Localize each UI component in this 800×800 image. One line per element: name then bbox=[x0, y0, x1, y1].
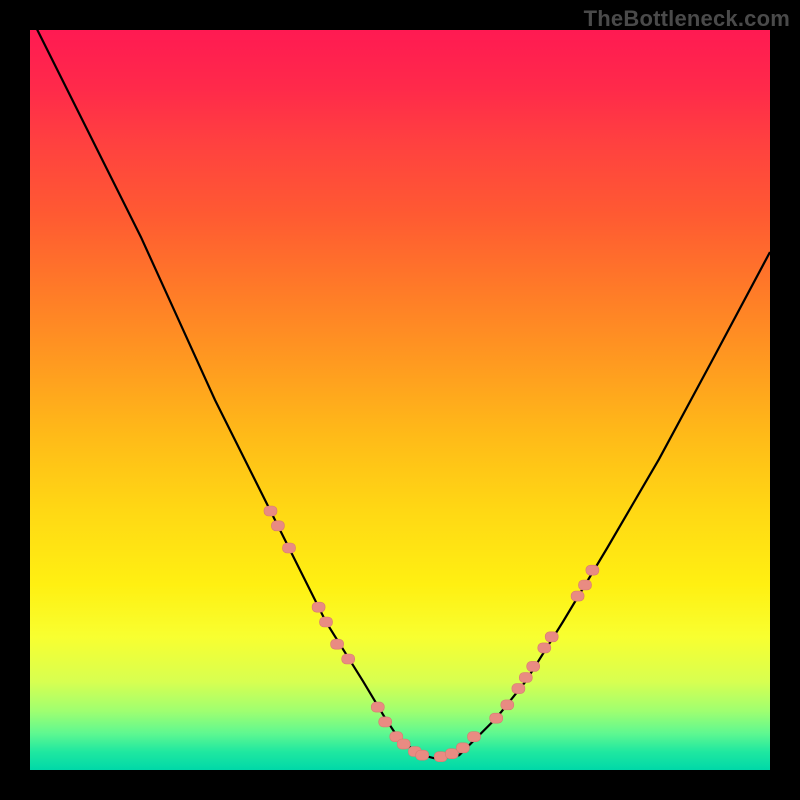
curve-marker bbox=[545, 632, 558, 642]
curve-marker bbox=[468, 732, 481, 742]
curve-marker bbox=[538, 643, 551, 653]
curve-marker bbox=[371, 702, 384, 712]
curve-marker bbox=[271, 521, 284, 531]
curve-marker bbox=[527, 661, 540, 671]
curve-marker bbox=[571, 591, 584, 601]
curve-markers bbox=[264, 506, 599, 762]
curve-marker bbox=[342, 654, 355, 664]
curve-marker bbox=[445, 749, 458, 759]
watermark-text: TheBottleneck.com bbox=[584, 6, 790, 32]
curve-marker bbox=[283, 543, 296, 553]
bottleneck-curve-svg bbox=[30, 30, 770, 770]
curve-marker bbox=[416, 750, 429, 760]
bottleneck-curve bbox=[30, 15, 770, 759]
curve-marker bbox=[264, 506, 277, 516]
curve-marker bbox=[312, 602, 325, 612]
curve-marker bbox=[519, 673, 532, 683]
curve-marker bbox=[397, 739, 410, 749]
curve-marker bbox=[586, 565, 599, 575]
curve-marker bbox=[490, 713, 503, 723]
chart-frame: TheBottleneck.com bbox=[0, 0, 800, 800]
curve-marker bbox=[331, 639, 344, 649]
curve-marker bbox=[579, 580, 592, 590]
curve-marker bbox=[501, 700, 514, 710]
curve-marker bbox=[379, 717, 392, 727]
curve-marker bbox=[456, 743, 469, 753]
curve-marker bbox=[512, 684, 525, 694]
curve-marker bbox=[320, 617, 333, 627]
